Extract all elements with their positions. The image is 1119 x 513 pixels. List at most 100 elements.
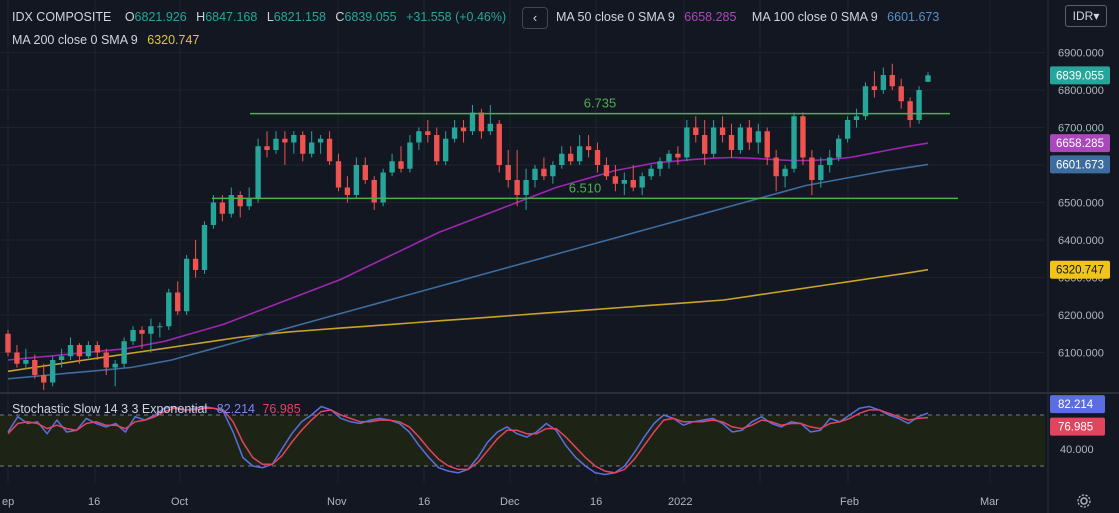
high-label: H	[196, 10, 206, 24]
change-value: +31.558 (+0.46%)	[406, 10, 507, 24]
open-value: 6821.926	[134, 10, 187, 24]
candle-body	[898, 86, 904, 102]
candle-body	[693, 127, 699, 135]
candle	[309, 131, 315, 158]
candle-body	[550, 165, 556, 177]
symbol-name[interactable]: IDX COMPOSITE	[12, 10, 111, 24]
currency-label: IDR	[1072, 9, 1094, 23]
candle	[183, 255, 190, 315]
candle	[568, 146, 574, 165]
candle-body	[559, 153, 565, 165]
level-lines: 6.735 6.510	[212, 96, 958, 200]
candle-body	[282, 138, 288, 143]
candle-body	[103, 352, 109, 368]
stochastic-pane	[0, 405, 1045, 476]
candle-body	[121, 341, 127, 364]
level-label-0: 6.735	[584, 96, 617, 111]
candle	[103, 348, 109, 375]
candle	[907, 97, 913, 128]
low-value: 6821.158	[273, 10, 326, 24]
legend-stochastic: Stochastic Slow 14 3 3 Exponential 82.21…	[12, 402, 301, 416]
candle-body	[916, 90, 922, 120]
candle	[85, 341, 92, 359]
candle	[282, 131, 288, 165]
candle-body	[907, 101, 913, 120]
candle	[41, 363, 47, 390]
candle-body	[639, 176, 645, 188]
candle-body	[523, 180, 529, 195]
candle-body	[201, 225, 208, 270]
candle	[192, 240, 199, 278]
candle-body	[32, 360, 38, 375]
price-tick-label: 6100.000	[1058, 348, 1104, 360]
candle-body	[621, 180, 627, 184]
candle	[844, 116, 851, 143]
candle-body	[246, 198, 252, 207]
candle	[353, 157, 360, 199]
candle	[148, 318, 154, 353]
candle	[791, 112, 797, 173]
candle-body	[791, 116, 797, 169]
candle-body	[255, 146, 261, 199]
stoch-d-value: 76.985	[262, 402, 301, 416]
candle-body	[630, 180, 636, 188]
candle-body	[782, 168, 788, 177]
price-tick-label: 6400.000	[1058, 235, 1104, 247]
ma50-label[interactable]: MA 50 close 0 SMA 9	[556, 10, 675, 24]
candle-body	[94, 345, 100, 353]
price-tick-label: 6800.000	[1058, 85, 1104, 97]
currency-selector[interactable]: IDR▾	[1065, 5, 1107, 27]
level-label-1: 6.510	[569, 180, 602, 195]
ma100-value: 6601.673	[887, 10, 940, 24]
candle-body	[166, 292, 172, 327]
candle	[130, 326, 136, 345]
candle	[693, 116, 699, 143]
ma100-label[interactable]: MA 100 close 0 SMA 9	[752, 10, 878, 24]
candle-body	[719, 127, 726, 135]
candle-body	[14, 352, 20, 364]
candle-body	[853, 116, 860, 120]
candle	[871, 71, 878, 98]
candle-body	[487, 123, 494, 132]
candle	[371, 176, 377, 210]
candle	[684, 120, 690, 162]
candle	[291, 131, 297, 154]
candle	[389, 153, 395, 177]
candle-body	[514, 180, 520, 195]
stochastic-label[interactable]: Stochastic Slow 14 3 3 Exponential	[12, 402, 207, 416]
candle	[496, 120, 502, 173]
candle	[210, 195, 217, 229]
candle	[398, 146, 404, 173]
ma200-line	[7, 268, 929, 373]
collapse-legend-button[interactable]: ‹	[522, 7, 548, 29]
candle-body	[112, 363, 118, 368]
candle	[237, 191, 243, 218]
gear-icon[interactable]	[1076, 493, 1092, 509]
ma200-label[interactable]: MA 200 close 0 SMA 9	[12, 33, 138, 47]
candle	[925, 72, 931, 83]
candle-body	[755, 131, 761, 143]
candle	[273, 131, 279, 154]
candle-body	[871, 86, 878, 90]
stoch-tag-text: 82.214	[1058, 399, 1094, 411]
time-label: Nov	[327, 496, 347, 508]
chart-canvas[interactable]: 6.735 6.510 6100.0006200.0006300.0006400.…	[0, 0, 1119, 513]
candle	[255, 138, 261, 203]
chevron-down-icon: ▾	[1093, 9, 1100, 23]
candle	[201, 221, 208, 274]
stoch-band	[0, 415, 1045, 466]
stoch-tag-text: 76.985	[1058, 422, 1093, 434]
candle	[621, 172, 627, 195]
candle-body	[264, 146, 270, 150]
legend-ma50-ma100: MA 50 close 0 SMA 9 6658.285 MA 100 clos…	[556, 10, 939, 24]
candle	[434, 127, 440, 165]
candle-body	[469, 112, 476, 132]
time-label: 2022	[668, 496, 692, 508]
candle-body	[505, 165, 511, 180]
candle	[532, 165, 538, 188]
candle-body	[728, 135, 735, 150]
candle-body	[702, 135, 708, 154]
price-axis: 6100.0006200.0006300.0006400.0006500.000…	[1058, 48, 1104, 457]
candle-body	[773, 157, 779, 177]
candle	[112, 360, 118, 387]
